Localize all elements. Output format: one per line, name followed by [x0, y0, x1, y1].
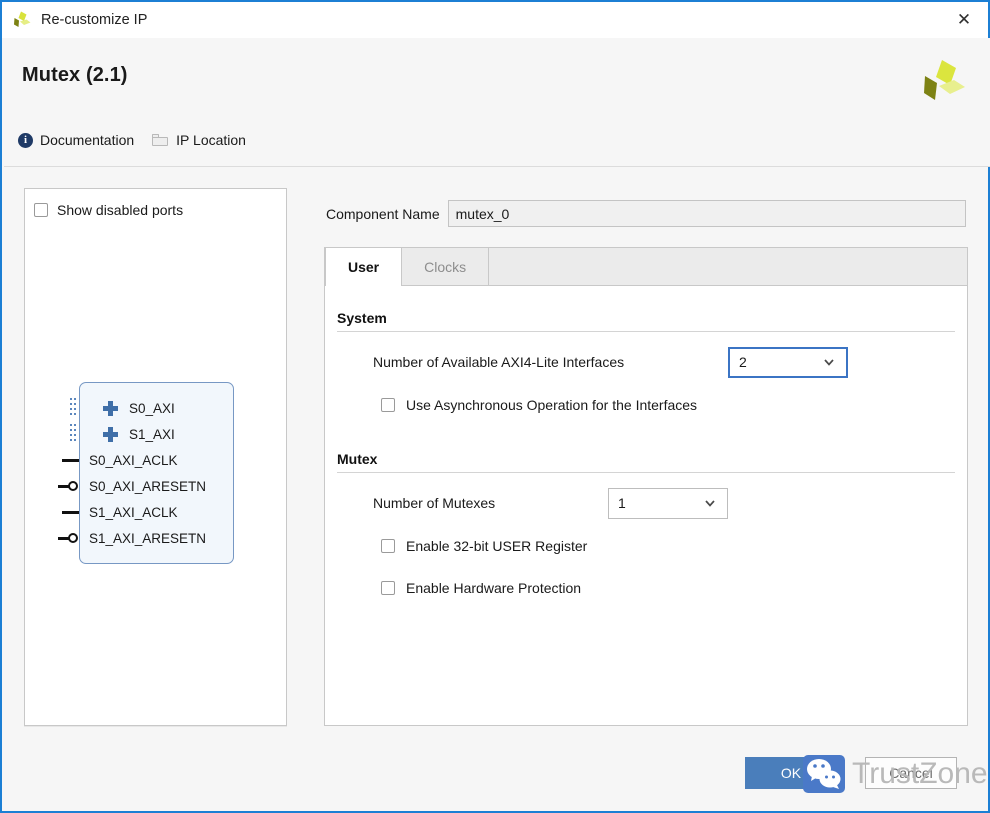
config-tabs: User Clocks System Number of Available A…: [324, 247, 968, 726]
chevron-down-icon: [704, 497, 716, 509]
show-disabled-ports-label: Show disabled ports: [57, 202, 183, 218]
ip-block-symbol: S0_AXI S1_AXI S0_AXI_ACLK: [79, 382, 234, 564]
re-customize-ip-dialog: Re-customize IP ✕ Mutex (2.1) i Document…: [0, 0, 990, 813]
field-axi-interfaces: Number of Available AXI4-Lite Interfaces…: [337, 345, 955, 379]
cancel-button[interactable]: Cancel: [865, 757, 957, 789]
component-name-input[interactable]: mutex_0: [448, 200, 966, 227]
checkbox-label: Enable 32-bit USER Register: [406, 538, 587, 554]
ok-button[interactable]: OK: [745, 757, 837, 789]
port-label: S1_AXI_ACLK: [89, 505, 178, 520]
tab-strip: User Clocks: [324, 247, 968, 285]
group-title: Mutex: [337, 451, 955, 467]
port-label: S0_AXI_ARESETN: [89, 479, 206, 494]
port-label: S0_AXI_ACLK: [89, 453, 178, 468]
group-mutex: Mutex Number of Mutexes 1: [337, 451, 955, 603]
dropdown-value: 1: [609, 495, 626, 511]
checkbox-box: [381, 581, 395, 595]
info-icon: i: [18, 133, 33, 148]
port-row[interactable]: S1_AXI: [80, 421, 175, 447]
pin-line-icon: [62, 459, 79, 462]
chevron-down-icon: [823, 356, 835, 368]
show-disabled-ports-checkbox[interactable]: Show disabled ports: [34, 202, 183, 218]
close-icon[interactable]: ✕: [940, 2, 988, 38]
port-label: S1_AXI: [129, 427, 175, 442]
field-number-of-mutexes: Number of Mutexes 1: [337, 486, 955, 520]
port-row[interactable]: S0_AXI: [80, 395, 175, 421]
axi-interfaces-dropdown[interactable]: 2: [728, 347, 848, 378]
group-divider: [337, 331, 955, 332]
title-bar: Re-customize IP ✕: [2, 2, 988, 38]
port-row: S1_AXI_ARESETN: [80, 525, 206, 551]
tab-strip-filler: [488, 248, 967, 285]
ip-symbol-panel: Show disabled ports S0_AXI: [24, 188, 287, 726]
xilinx-logo-icon: [12, 10, 32, 30]
number-of-mutexes-dropdown[interactable]: 1: [608, 488, 728, 519]
group-title: System: [337, 310, 955, 326]
checkbox-async-operation[interactable]: Use Asynchronous Operation for the Inter…: [381, 390, 955, 420]
checkbox-user-register[interactable]: Enable 32-bit USER Register: [381, 531, 955, 561]
bus-dots-icon: [70, 398, 77, 418]
checkbox-box: [381, 539, 395, 553]
folder-icon: [152, 134, 169, 147]
window-title: Re-customize IP: [41, 12, 147, 28]
ip-location-link[interactable]: IP Location: [152, 132, 246, 148]
port-label: S0_AXI: [129, 401, 175, 416]
xilinx-logo-icon: [920, 57, 968, 105]
header-links: i Documentation IP Location: [18, 132, 246, 148]
expand-plus-icon[interactable]: [103, 427, 118, 442]
component-name-label: Component Name: [326, 206, 440, 222]
documentation-link[interactable]: i Documentation: [18, 132, 134, 148]
pin-inverted-icon: [58, 481, 80, 491]
ip-location-label: IP Location: [176, 132, 246, 148]
port-row: S0_AXI_ARESETN: [80, 473, 206, 499]
checkbox-hardware-protection[interactable]: Enable Hardware Protection: [381, 573, 955, 603]
pin-line-icon: [62, 511, 79, 514]
field-label: Number of Mutexes: [373, 495, 608, 511]
dropdown-value: 2: [730, 354, 747, 370]
checkbox-box: [34, 203, 48, 217]
port-row: S0_AXI_ACLK: [80, 447, 178, 473]
tab-user[interactable]: User: [325, 248, 402, 286]
group-divider: [337, 472, 955, 473]
documentation-label: Documentation: [40, 132, 134, 148]
component-name-row: Component Name mutex_0: [326, 200, 966, 227]
field-label: Number of Available AXI4-Lite Interfaces: [373, 354, 728, 370]
page-title: Mutex (2.1): [22, 64, 128, 87]
expand-plus-icon[interactable]: [103, 401, 118, 416]
tab-clocks[interactable]: Clocks: [402, 248, 488, 285]
port-label: S1_AXI_ARESETN: [89, 531, 206, 546]
ip-header: Mutex (2.1) i Documentation IP Location: [4, 38, 990, 167]
bus-dots-icon: [70, 424, 77, 444]
tab-panel-user: System Number of Available AXI4-Lite Int…: [324, 285, 968, 726]
group-system: System Number of Available AXI4-Lite Int…: [337, 310, 955, 420]
checkbox-label: Enable Hardware Protection: [406, 580, 581, 596]
pin-inverted-icon: [58, 533, 80, 543]
checkbox-box: [381, 398, 395, 412]
port-row: S1_AXI_ACLK: [80, 499, 178, 525]
checkbox-label: Use Asynchronous Operation for the Inter…: [406, 397, 697, 413]
